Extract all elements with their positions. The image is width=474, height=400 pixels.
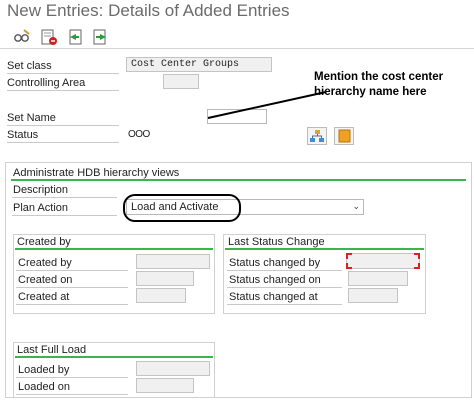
label-underline: [16, 270, 128, 271]
label-underline: [16, 287, 128, 288]
set-class-field[interactable]: Cost Center Groups: [126, 57, 272, 72]
set-class-label: Set class: [7, 60, 52, 72]
last-full-load-title: Last Full Load: [17, 344, 87, 356]
hdb-section-title: Administrate HDB hierarchy views: [13, 167, 180, 179]
next-entry-button[interactable]: [91, 27, 111, 47]
label-underline: [7, 142, 119, 143]
glasses-edit-icon: [14, 29, 30, 42]
focus-corner: [346, 263, 352, 269]
notes-button[interactable]: [334, 127, 354, 145]
status-changed-on-field[interactable]: [348, 271, 408, 286]
plan-action-label: Plan Action: [13, 202, 69, 214]
loaded-by-field[interactable]: [136, 361, 210, 376]
status-changed-at-label: Status changed at: [229, 291, 318, 303]
created-by-field[interactable]: [136, 254, 210, 269]
status-value: OOO: [128, 129, 150, 140]
created-by-title: Created by: [17, 236, 71, 248]
focus-corner: [414, 263, 420, 269]
annotation-callout: Mention the cost center hierarchy name h…: [314, 71, 444, 98]
set-name-label: Set Name: [7, 112, 56, 124]
label-underline: [12, 197, 117, 198]
description-label: Description: [13, 184, 69, 196]
created-at-label: Created at: [18, 291, 70, 303]
section-rule: [11, 179, 466, 181]
controlling-area-field[interactable]: [163, 74, 199, 89]
toolbar: [0, 26, 474, 48]
created-on-field[interactable]: [136, 271, 194, 286]
group-rule: [15, 248, 213, 250]
label-underline: [16, 304, 128, 305]
delete-entry-button[interactable]: [39, 27, 59, 47]
previous-entry-button[interactable]: [65, 27, 85, 47]
set-class-value: Cost Center Groups: [131, 59, 240, 70]
status-changed-by-field[interactable]: [346, 253, 420, 269]
loaded-on-label: Loaded on: [18, 381, 70, 393]
delete-icon: [41, 29, 57, 45]
label-underline: [16, 394, 128, 395]
created-at-field[interactable]: [136, 288, 186, 303]
created-by-label: Created by: [18, 257, 72, 269]
status-label: Status: [7, 129, 39, 141]
loaded-by-label: Loaded by: [18, 364, 70, 376]
status-changed-by-label: Status changed by: [229, 257, 321, 269]
focus-corner: [346, 253, 352, 259]
label-underline: [227, 287, 342, 288]
next-entry-icon: [93, 29, 106, 45]
label-underline: [12, 215, 117, 216]
label-underline: [227, 270, 342, 271]
loaded-on-field[interactable]: [136, 378, 194, 393]
focus-corner: [414, 253, 420, 259]
label-underline: [7, 73, 119, 74]
title-bar: New Entries: Details of Added Entries: [0, 0, 474, 25]
controlling-area-label: Controlling Area: [7, 77, 86, 89]
label-underline: [16, 377, 128, 378]
highlight-ellipse: [123, 194, 241, 222]
hierarchy-button[interactable]: [307, 127, 327, 145]
group-rule: [225, 248, 424, 250]
note-icon: [338, 129, 351, 143]
previous-entry-icon: [69, 29, 82, 45]
chevron-down-icon: ⌄: [352, 201, 360, 211]
display-change-button[interactable]: [12, 27, 32, 47]
group-rule: [15, 356, 213, 358]
last-status-change-title: Last Status Change: [228, 236, 325, 248]
status-changed-at-field[interactable]: [348, 288, 398, 303]
hierarchy-icon: [310, 130, 324, 142]
status-changed-on-label: Status changed on: [229, 274, 321, 286]
created-on-label: Created on: [18, 274, 73, 286]
label-underline: [7, 90, 119, 91]
page-title: New Entries: Details of Added Entries: [7, 1, 290, 20]
annotation-arrow-icon: [207, 91, 327, 119]
label-underline: [227, 304, 342, 305]
label-underline: [7, 125, 119, 126]
toolbar-separator: [0, 48, 474, 49]
